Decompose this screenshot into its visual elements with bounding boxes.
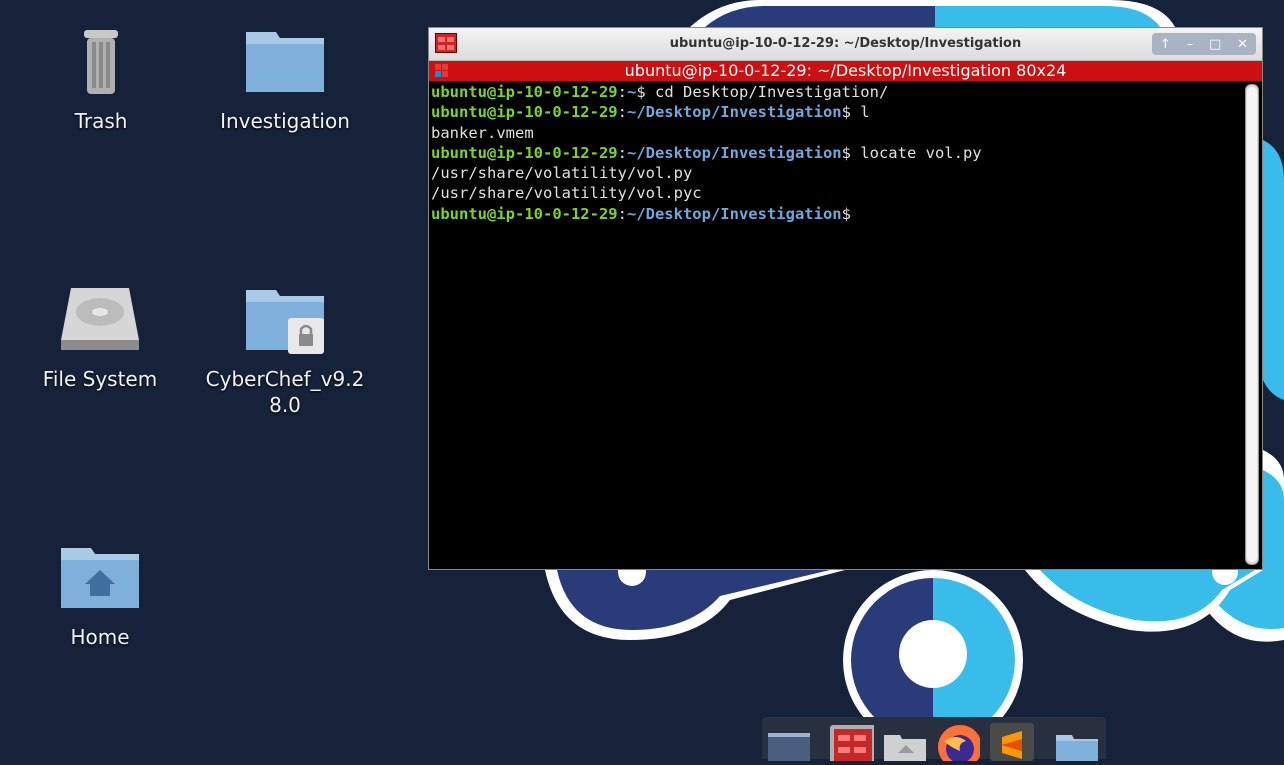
terminal-line: ubuntu@ip-10-0-12-29:~$ cd Desktop/Inves… xyxy=(431,82,1242,102)
desktop-icon-label: Investigation xyxy=(220,109,350,133)
home-folder-icon xyxy=(55,540,145,620)
window-controls: ↑ – □ ✕ xyxy=(1152,33,1256,55)
command-text: locate vol.py xyxy=(860,143,982,162)
prompt-symbol: $ xyxy=(841,204,851,223)
desktop-icon-label: Trash xyxy=(74,109,128,133)
prompt-path: ~/Desktop/Investigation xyxy=(626,103,842,122)
window-title: ubuntu@ip-10-0-12-29: ~/Desktop/Investig… xyxy=(669,36,1022,51)
prompt-separator: : xyxy=(617,204,627,223)
desktop-icon-trash[interactable]: Trash xyxy=(21,24,181,134)
window-titlebar[interactable]: ubuntu@ip-10-0-12-29: ~/Desktop/Investig… xyxy=(429,28,1262,61)
trash-icon xyxy=(56,24,146,104)
terminal-tab-title: ubuntu@ip-10-0-12-29: ~/Desktop/Investig… xyxy=(624,61,1067,80)
terminal-line: /usr/share/volatility/vol.pyc xyxy=(431,183,1242,203)
desktop-icon-label: File System xyxy=(42,367,158,391)
folder-icon xyxy=(240,24,330,104)
terminal-line: ubuntu@ip-10-0-12-29:~/Desktop/Investiga… xyxy=(431,143,1242,163)
terminal-output-text: banker.vmem xyxy=(431,123,534,142)
show-desktop-icon[interactable] xyxy=(766,723,814,763)
terminal-window[interactable]: ubuntu@ip-10-0-12-29: ~/Desktop/Investig… xyxy=(428,27,1263,570)
prompt-user: ubuntu@ip-10-0-12-29 xyxy=(431,83,618,101)
prompt-separator: : xyxy=(617,83,627,101)
close-button[interactable]: ✕ xyxy=(1237,37,1248,52)
hard-drive-icon xyxy=(55,282,145,362)
locked-folder-icon xyxy=(240,282,330,362)
home-folder-icon[interactable] xyxy=(882,723,928,765)
prompt-symbol: $ xyxy=(636,83,655,101)
terminal-tab[interactable]: ubuntu@ip-10-0-12-29: ~/Desktop/Investig… xyxy=(429,61,1262,81)
desktop-icon-investigation[interactable]: Investigation xyxy=(205,24,365,134)
prompt-user: ubuntu@ip-10-0-12-29 xyxy=(431,143,618,162)
shade-window-button[interactable]: ↑ xyxy=(1160,37,1171,52)
terminal-icon[interactable] xyxy=(830,723,876,765)
desktop-icon-label: CyberChef_v9.28.0 xyxy=(205,367,365,417)
terminal-line: ubuntu@ip-10-0-12-29:~/Desktop/Investiga… xyxy=(431,102,1242,122)
terminal-output-text: /usr/share/volatility/vol.py xyxy=(431,164,693,183)
prompt-path: ~/Desktop/Investigation xyxy=(626,143,842,162)
minimize-button[interactable]: – xyxy=(1187,37,1194,52)
sublime-text-icon[interactable] xyxy=(990,723,1034,761)
prompt-symbol: $ xyxy=(841,143,861,162)
terminal-output-text: /usr/share/volatility/vol.pyc xyxy=(431,184,702,203)
command-text: cd Desktop/Investigation/ xyxy=(655,83,889,101)
dock xyxy=(762,717,1106,765)
scrollbar-thumb[interactable] xyxy=(1247,87,1257,562)
terminal-output[interactable]: ubuntu@ip-10-0-12-29:~$ cd Desktop/Inves… xyxy=(431,82,1242,567)
command-text: l xyxy=(860,103,870,122)
prompt-path: ~ xyxy=(626,83,637,101)
firefox-icon[interactable] xyxy=(936,723,982,765)
prompt-symbol: $ xyxy=(841,103,861,122)
prompt-user: ubuntu@ip-10-0-12-29 xyxy=(431,103,618,122)
maximize-button[interactable]: □ xyxy=(1209,37,1221,52)
desktop-icon-cyberchef[interactable]: CyberChef_v9.28.0 xyxy=(205,282,365,418)
desktop-icon-label: Home xyxy=(70,625,130,649)
terminal-scrollbar[interactable] xyxy=(1245,84,1259,565)
desktop-icon-home[interactable]: Home xyxy=(20,540,180,650)
terminal-line: ubuntu@ip-10-0-12-29:~/Desktop/Investiga… xyxy=(431,204,1242,224)
folder-icon[interactable] xyxy=(1054,723,1102,765)
terminal-line: /usr/share/volatility/vol.py xyxy=(431,163,1242,183)
terminal-tab-icon xyxy=(435,64,448,77)
terminal-line: banker.vmem xyxy=(431,123,1242,143)
desktop-icon-file-system[interactable]: File System xyxy=(20,282,180,392)
prompt-path: ~/Desktop/Investigation xyxy=(626,204,842,223)
prompt-user: ubuntu@ip-10-0-12-29 xyxy=(431,204,618,223)
prompt-separator: : xyxy=(617,143,627,162)
prompt-separator: : xyxy=(617,103,627,122)
